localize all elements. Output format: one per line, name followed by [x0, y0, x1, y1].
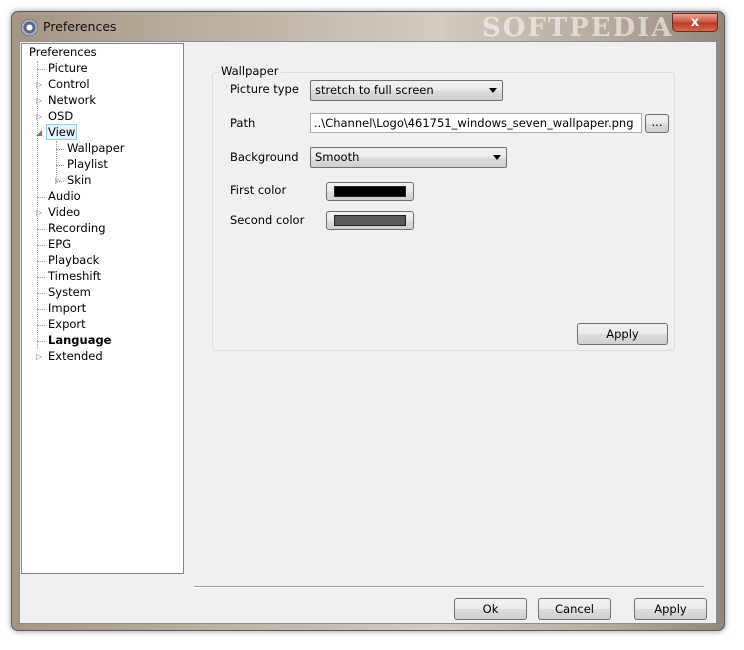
tree-item-label: Control [48, 77, 90, 91]
tree-connector [37, 261, 45, 262]
tree-connector [56, 149, 64, 150]
tree-item-system[interactable]: System [46, 285, 93, 300]
tree-item-label: System [48, 285, 91, 299]
tree-item-label: Playlist [67, 157, 108, 171]
tree-item-osd[interactable]: OSD [46, 109, 75, 124]
close-icon: x [690, 15, 700, 30]
tree-item-import[interactable]: Import [46, 301, 88, 316]
tree-root[interactable]: Preferences [27, 45, 99, 60]
tree-item-view[interactable]: View [46, 124, 78, 140]
picture-type-select[interactable]: stretch to full screen [310, 80, 503, 101]
tree-root-label: Preferences [29, 45, 97, 59]
tree-item-label: Language [48, 333, 112, 347]
tree-item-timeshift[interactable]: Timeshift [46, 269, 103, 284]
tree-item-label: Video [48, 205, 81, 219]
tree-item-control[interactable]: Control [46, 77, 92, 92]
tree-connector [37, 229, 45, 230]
tree-connector [37, 69, 45, 70]
second-color-label: Second color [230, 213, 305, 227]
watermark: SOFTPEDIA [482, 13, 674, 43]
window-title: Preferences [43, 19, 117, 34]
tree-connector [37, 309, 45, 310]
tree-item-label: Recording [48, 221, 106, 235]
tree-connector [37, 197, 45, 198]
background-value: Smooth [315, 150, 360, 164]
tree-connector [56, 141, 57, 181]
tree-item-label: Timeshift [48, 269, 101, 283]
tree-item-label: Picture [48, 61, 88, 75]
tree-item-epg[interactable]: EPG [46, 237, 73, 252]
browse-button[interactable]: ... [645, 114, 669, 133]
dialog-client: Preferences Picture Control ▷ Network ▷ OSD ▷ V… [19, 41, 717, 624]
tree-item-video[interactable]: Video [46, 205, 82, 220]
first-color-label: First color [230, 183, 287, 197]
tree-item-network[interactable]: Network [46, 93, 98, 108]
tree-item-label: Export [48, 317, 86, 331]
chevron-down-icon [493, 155, 501, 160]
tree-item-label: EPG [48, 237, 72, 251]
close-button[interactable]: x [672, 13, 718, 32]
ok-button[interactable]: Ok [454, 598, 527, 620]
tree-connector [37, 61, 38, 349]
background-label: Background [230, 150, 299, 164]
settings-tree[interactable]: Preferences Picture Control ▷ Network ▷ OSD ▷ V… [21, 43, 184, 574]
second-color-swatch [334, 215, 406, 226]
tree-connector [37, 325, 45, 326]
app-icon [21, 19, 38, 36]
tree-item-playlist[interactable]: Playlist [65, 157, 110, 172]
background-select[interactable]: Smooth [310, 147, 507, 168]
tree-item-label: Network [48, 93, 97, 107]
tree-item-label: Playback [48, 253, 100, 267]
tree-item-label: View [46, 124, 78, 140]
tree-item-extended[interactable]: Extended [46, 349, 105, 364]
wallpaper-group-title: Wallpaper [219, 64, 281, 78]
first-color-button[interactable] [326, 182, 414, 201]
tree-connector [37, 245, 45, 246]
tree-connector [56, 165, 64, 166]
picture-type-label: Picture type [230, 82, 299, 96]
tree-connector [37, 277, 45, 278]
tree-item-recording[interactable]: Recording [46, 221, 108, 236]
tree-connector [37, 341, 45, 342]
tree-item-skin[interactable]: Skin [65, 173, 93, 188]
wallpaper-apply-button[interactable]: Apply [577, 323, 668, 345]
tree-item-wallpaper[interactable]: Wallpaper [65, 141, 127, 156]
tree-item-label: Audio [48, 189, 81, 203]
path-label: Path [230, 116, 256, 130]
cancel-button[interactable]: Cancel [538, 598, 611, 620]
chevron-down-icon [489, 88, 497, 93]
tree-item-audio[interactable]: Audio [46, 189, 83, 204]
picture-type-value: stretch to full screen [315, 83, 434, 97]
apply-button[interactable]: Apply [634, 598, 707, 620]
tree-item-label: Extended [48, 349, 103, 363]
preferences-window: Preferences SOFTPEDIA x Preferences Pict… [11, 11, 725, 631]
tree-item-label: Import [48, 301, 87, 315]
second-color-button[interactable] [326, 211, 414, 230]
title-bar[interactable]: Preferences SOFTPEDIA x [12, 12, 724, 43]
tree-item-language[interactable]: Language [46, 333, 114, 348]
first-color-swatch [334, 186, 406, 197]
tree-item-label: OSD [48, 109, 74, 123]
expand-arrow-icon[interactable]: ▷ [36, 349, 44, 364]
footer-separator [194, 586, 704, 588]
tree-item-playback[interactable]: Playback [46, 253, 101, 268]
tree-connector [37, 293, 45, 294]
tree-item-label: Wallpaper [67, 141, 125, 155]
tree-item-label: Skin [67, 173, 92, 187]
path-input[interactable]: ..\Channel\Logo\461751_windows_seven_wal… [310, 113, 642, 133]
tree-item-export[interactable]: Export [46, 317, 88, 332]
tree-item-picture[interactable]: Picture [46, 61, 90, 76]
